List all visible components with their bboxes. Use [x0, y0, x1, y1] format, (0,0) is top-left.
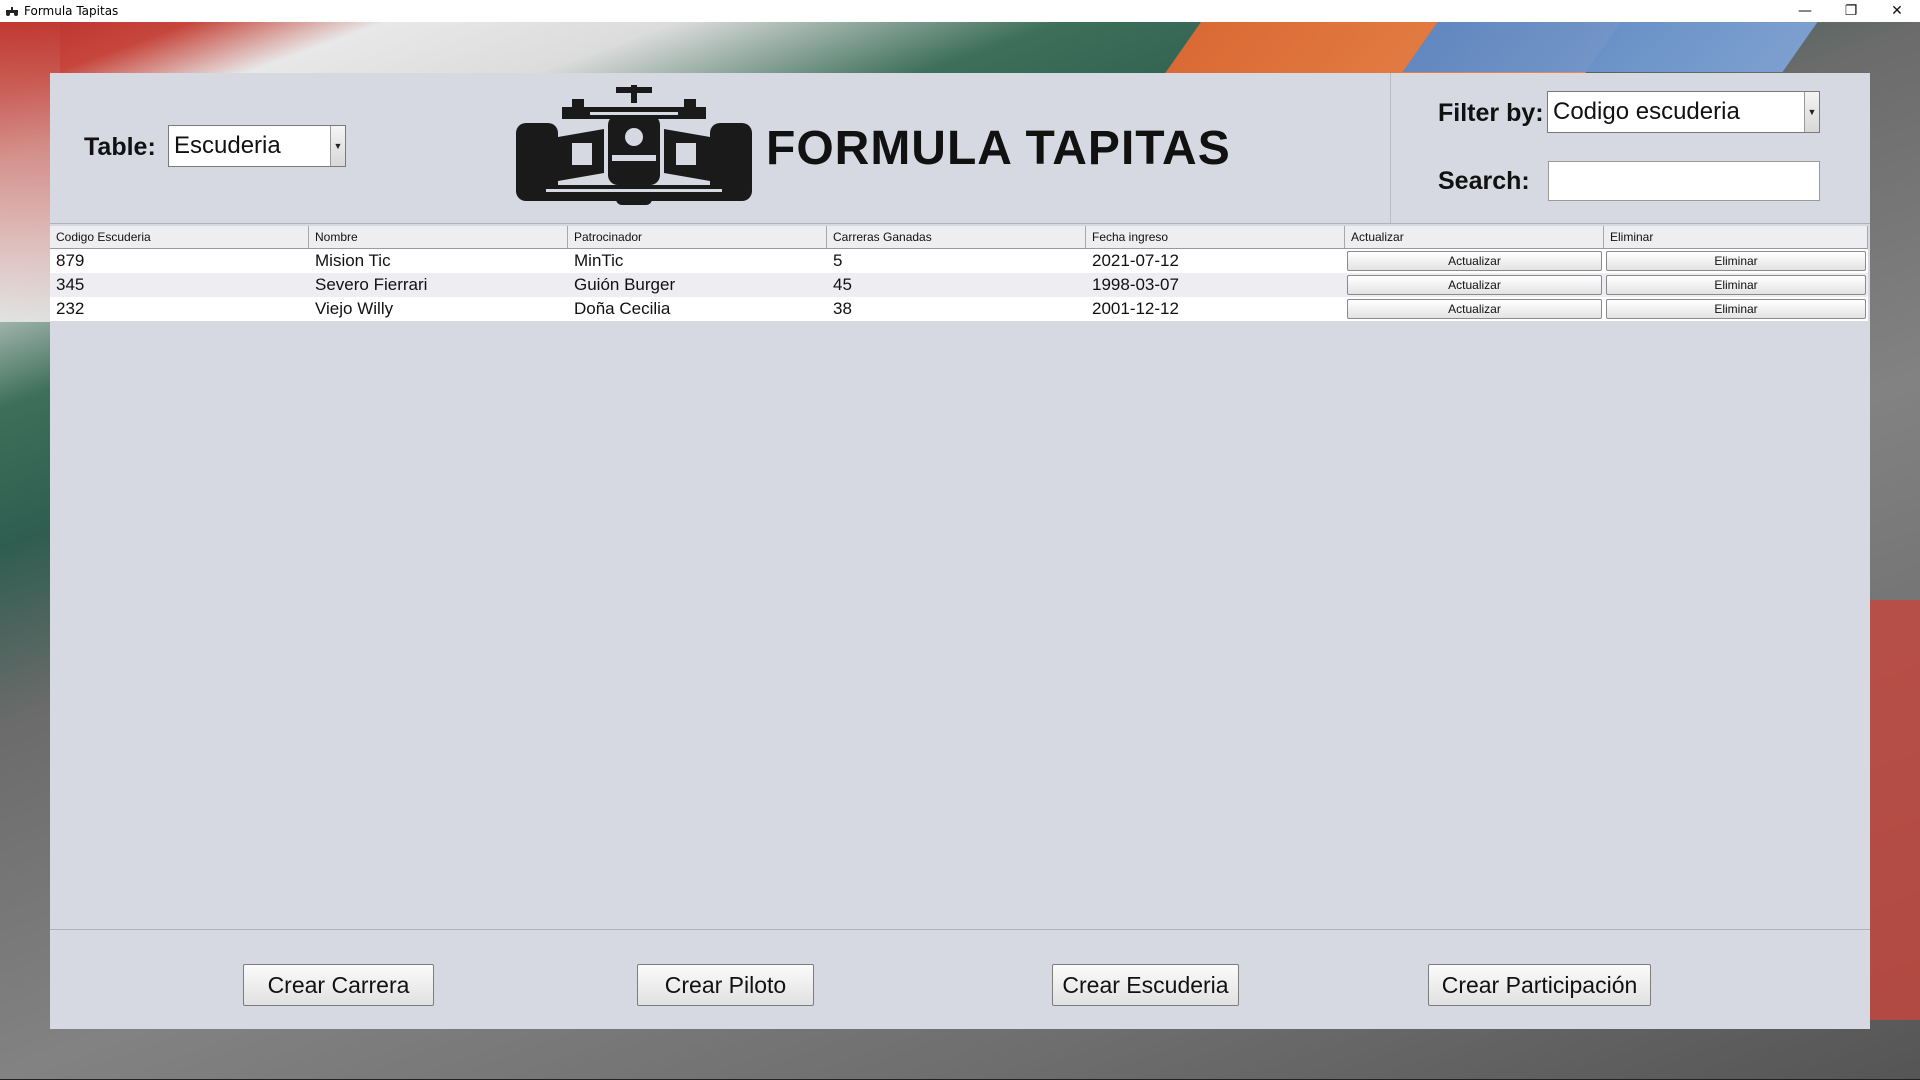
main-panel: Table: Escuderia ▼ FORMULA TAPITAS Filte… — [50, 73, 1870, 1029]
cell-patrocinador: Doña Cecilia — [574, 299, 671, 318]
table-label: Table: — [84, 133, 156, 161]
cell-eliminar: Eliminar — [1604, 297, 1868, 321]
chevron-down-icon[interactable]: ▼ — [1804, 92, 1819, 132]
data-table: Codigo Escuderia Nombre Patrocinador Car… — [50, 223, 1870, 928]
eliminar-button[interactable]: Eliminar — [1606, 275, 1866, 295]
close-button[interactable]: ✕ — [1874, 0, 1920, 22]
footer: Crear Carrera Crear Piloto Crear Escuder… — [50, 929, 1870, 1030]
cell-codigo: 345 — [56, 275, 85, 294]
column-header-carreras[interactable]: Carreras Ganadas — [827, 226, 1086, 248]
cell-fecha: 2001-12-12 — [1092, 299, 1179, 318]
header: Table: Escuderia ▼ FORMULA TAPITAS Filte… — [50, 73, 1870, 223]
cell-eliminar: Eliminar — [1604, 249, 1868, 273]
cell-eliminar: Eliminar — [1604, 273, 1868, 297]
cell-carreras: 45 — [833, 275, 852, 294]
eliminar-button[interactable]: Eliminar — [1606, 299, 1866, 319]
filter-select-value: Codigo escuderia — [1553, 98, 1740, 125]
cell-nombre: Mision Tic — [315, 251, 391, 270]
cell-patrocinador: Guión Burger — [574, 275, 676, 294]
cell-fecha: 2021-07-12 — [1092, 251, 1179, 270]
table-row[interactable]: 232 Viejo Willy Doña Cecilia 38 2001-12-… — [50, 297, 1868, 321]
crear-participacion-button[interactable]: Crear Participación — [1428, 964, 1651, 1006]
column-header-actualizar[interactable]: Actualizar — [1345, 226, 1604, 248]
crear-piloto-button[interactable]: Crear Piloto — [637, 964, 814, 1006]
column-header-patrocinador[interactable]: Patrocinador — [568, 226, 827, 248]
column-header-nombre[interactable]: Nombre — [309, 226, 568, 248]
background-streak — [1402, 22, 1818, 72]
crear-escuderia-button[interactable]: Crear Escuderia — [1052, 964, 1239, 1006]
race-car-icon — [4, 4, 20, 18]
table-header: Codigo Escuderia Nombre Patrocinador Car… — [50, 226, 1868, 249]
cell-actualizar: Actualizar — [1345, 297, 1604, 321]
chevron-down-icon[interactable]: ▼ — [330, 126, 345, 166]
actualizar-button[interactable]: Actualizar — [1347, 299, 1602, 319]
window-titlebar: Formula Tapitas — ❐ ✕ — [0, 0, 1920, 22]
table-select[interactable]: Escuderia ▼ — [168, 125, 346, 167]
actualizar-button[interactable]: Actualizar — [1347, 251, 1602, 271]
cell-actualizar: Actualizar — [1345, 273, 1604, 297]
formula-car-icon — [516, 85, 752, 205]
column-header-eliminar[interactable]: Eliminar — [1604, 226, 1868, 248]
cell-carreras: 38 — [833, 299, 852, 318]
cell-carreras: 5 — [833, 251, 843, 270]
cell-codigo: 232 — [56, 299, 85, 318]
cell-nombre: Severo Fierrari — [315, 275, 428, 294]
cell-patrocinador: MinTic — [574, 251, 624, 270]
search-label: Search: — [1438, 167, 1530, 195]
app-logo-text: FORMULA TAPITAS — [766, 122, 1231, 175]
search-input[interactable] — [1548, 161, 1820, 201]
cell-codigo: 879 — [56, 251, 85, 270]
minimize-button[interactable]: — — [1782, 0, 1828, 22]
cell-fecha: 1998-03-07 — [1092, 275, 1179, 294]
column-header-fecha[interactable]: Fecha ingreso — [1086, 226, 1345, 248]
window-title: Formula Tapitas — [24, 4, 119, 18]
column-header-codigo[interactable]: Codigo Escuderia — [50, 226, 309, 248]
eliminar-button[interactable]: Eliminar — [1606, 251, 1866, 271]
table-select-value: Escuderia — [174, 132, 281, 159]
header-divider — [1390, 73, 1391, 223]
cell-nombre: Viejo Willy — [315, 299, 394, 318]
crear-carrera-button[interactable]: Crear Carrera — [243, 964, 434, 1006]
actualizar-button[interactable]: Actualizar — [1347, 275, 1602, 295]
table-row[interactable]: 345 Severo Fierrari Guión Burger 45 1998… — [50, 273, 1868, 297]
restore-button[interactable]: ❐ — [1828, 0, 1874, 22]
filter-select[interactable]: Codigo escuderia ▼ — [1547, 91, 1820, 133]
table-row[interactable]: 879 Mision Tic MinTic 5 2021-07-12 Actua… — [50, 249, 1868, 273]
filter-label: Filter by: — [1438, 99, 1544, 127]
cell-actualizar: Actualizar — [1345, 249, 1604, 273]
